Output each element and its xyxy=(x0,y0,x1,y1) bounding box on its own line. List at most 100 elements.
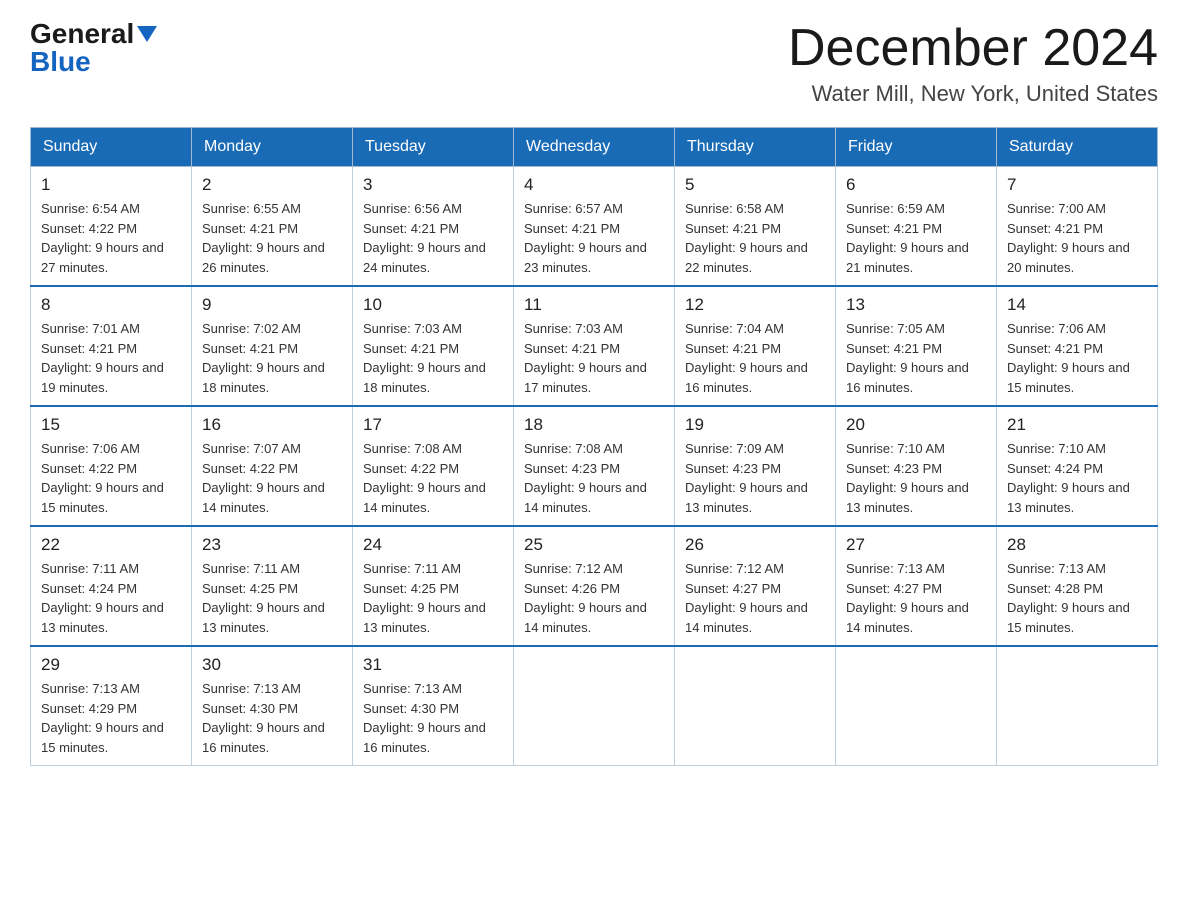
calendar-cell: 1 Sunrise: 6:54 AM Sunset: 4:22 PM Dayli… xyxy=(31,167,192,287)
day-info: Sunrise: 7:12 AM Sunset: 4:27 PM Dayligh… xyxy=(685,559,825,637)
day-number: 24 xyxy=(363,535,503,555)
day-info: Sunrise: 6:54 AM Sunset: 4:22 PM Dayligh… xyxy=(41,199,181,277)
col-header-wednesday: Wednesday xyxy=(514,128,675,167)
col-header-sunday: Sunday xyxy=(31,128,192,167)
day-number: 9 xyxy=(202,295,342,315)
calendar-cell xyxy=(836,646,997,766)
calendar-cell: 29 Sunrise: 7:13 AM Sunset: 4:29 PM Dayl… xyxy=(31,646,192,766)
day-info: Sunrise: 7:04 AM Sunset: 4:21 PM Dayligh… xyxy=(685,319,825,397)
calendar-cell: 31 Sunrise: 7:13 AM Sunset: 4:30 PM Dayl… xyxy=(353,646,514,766)
calendar-cell: 5 Sunrise: 6:58 AM Sunset: 4:21 PM Dayli… xyxy=(675,167,836,287)
location-subtitle: Water Mill, New York, United States xyxy=(788,81,1158,107)
calendar-cell: 11 Sunrise: 7:03 AM Sunset: 4:21 PM Dayl… xyxy=(514,286,675,406)
day-number: 23 xyxy=(202,535,342,555)
day-info: Sunrise: 6:59 AM Sunset: 4:21 PM Dayligh… xyxy=(846,199,986,277)
col-header-thursday: Thursday xyxy=(675,128,836,167)
day-info: Sunrise: 7:13 AM Sunset: 4:29 PM Dayligh… xyxy=(41,679,181,757)
calendar-cell: 20 Sunrise: 7:10 AM Sunset: 4:23 PM Dayl… xyxy=(836,406,997,526)
day-info: Sunrise: 7:00 AM Sunset: 4:21 PM Dayligh… xyxy=(1007,199,1147,277)
day-info: Sunrise: 7:11 AM Sunset: 4:25 PM Dayligh… xyxy=(363,559,503,637)
calendar-cell: 4 Sunrise: 6:57 AM Sunset: 4:21 PM Dayli… xyxy=(514,167,675,287)
month-year-title: December 2024 xyxy=(788,20,1158,77)
calendar-week-row: 8 Sunrise: 7:01 AM Sunset: 4:21 PM Dayli… xyxy=(31,286,1158,406)
day-info: Sunrise: 7:06 AM Sunset: 4:22 PM Dayligh… xyxy=(41,439,181,517)
day-info: Sunrise: 7:13 AM Sunset: 4:27 PM Dayligh… xyxy=(846,559,986,637)
title-section: December 2024 Water Mill, New York, Unit… xyxy=(788,20,1158,107)
calendar-cell: 22 Sunrise: 7:11 AM Sunset: 4:24 PM Dayl… xyxy=(31,526,192,646)
day-number: 17 xyxy=(363,415,503,435)
day-number: 4 xyxy=(524,175,664,195)
calendar-cell: 18 Sunrise: 7:08 AM Sunset: 4:23 PM Dayl… xyxy=(514,406,675,526)
calendar-table: SundayMondayTuesdayWednesdayThursdayFrid… xyxy=(30,127,1158,766)
calendar-cell: 24 Sunrise: 7:11 AM Sunset: 4:25 PM Dayl… xyxy=(353,526,514,646)
calendar-cell: 3 Sunrise: 6:56 AM Sunset: 4:21 PM Dayli… xyxy=(353,167,514,287)
day-info: Sunrise: 7:05 AM Sunset: 4:21 PM Dayligh… xyxy=(846,319,986,397)
col-header-saturday: Saturday xyxy=(997,128,1158,167)
calendar-cell: 12 Sunrise: 7:04 AM Sunset: 4:21 PM Dayl… xyxy=(675,286,836,406)
day-info: Sunrise: 7:09 AM Sunset: 4:23 PM Dayligh… xyxy=(685,439,825,517)
calendar-cell: 2 Sunrise: 6:55 AM Sunset: 4:21 PM Dayli… xyxy=(192,167,353,287)
calendar-cell: 30 Sunrise: 7:13 AM Sunset: 4:30 PM Dayl… xyxy=(192,646,353,766)
day-number: 31 xyxy=(363,655,503,675)
calendar-cell: 21 Sunrise: 7:10 AM Sunset: 4:24 PM Dayl… xyxy=(997,406,1158,526)
day-info: Sunrise: 7:01 AM Sunset: 4:21 PM Dayligh… xyxy=(41,319,181,397)
day-number: 18 xyxy=(524,415,664,435)
calendar-cell: 19 Sunrise: 7:09 AM Sunset: 4:23 PM Dayl… xyxy=(675,406,836,526)
day-number: 1 xyxy=(41,175,181,195)
calendar-cell xyxy=(514,646,675,766)
logo-triangle-icon xyxy=(137,26,157,42)
col-header-friday: Friday xyxy=(836,128,997,167)
page-header: General Blue December 2024 Water Mill, N… xyxy=(30,20,1158,107)
day-info: Sunrise: 7:10 AM Sunset: 4:23 PM Dayligh… xyxy=(846,439,986,517)
day-number: 27 xyxy=(846,535,986,555)
day-info: Sunrise: 7:07 AM Sunset: 4:22 PM Dayligh… xyxy=(202,439,342,517)
calendar-cell: 16 Sunrise: 7:07 AM Sunset: 4:22 PM Dayl… xyxy=(192,406,353,526)
day-info: Sunrise: 7:08 AM Sunset: 4:22 PM Dayligh… xyxy=(363,439,503,517)
day-number: 29 xyxy=(41,655,181,675)
calendar-week-row: 22 Sunrise: 7:11 AM Sunset: 4:24 PM Dayl… xyxy=(31,526,1158,646)
day-number: 16 xyxy=(202,415,342,435)
day-number: 6 xyxy=(846,175,986,195)
day-info: Sunrise: 7:03 AM Sunset: 4:21 PM Dayligh… xyxy=(363,319,503,397)
day-info: Sunrise: 7:03 AM Sunset: 4:21 PM Dayligh… xyxy=(524,319,664,397)
calendar-cell: 27 Sunrise: 7:13 AM Sunset: 4:27 PM Dayl… xyxy=(836,526,997,646)
day-number: 8 xyxy=(41,295,181,315)
day-info: Sunrise: 7:13 AM Sunset: 4:30 PM Dayligh… xyxy=(202,679,342,757)
day-number: 3 xyxy=(363,175,503,195)
calendar-cell: 17 Sunrise: 7:08 AM Sunset: 4:22 PM Dayl… xyxy=(353,406,514,526)
day-number: 5 xyxy=(685,175,825,195)
day-info: Sunrise: 7:02 AM Sunset: 4:21 PM Dayligh… xyxy=(202,319,342,397)
calendar-cell: 23 Sunrise: 7:11 AM Sunset: 4:25 PM Dayl… xyxy=(192,526,353,646)
col-header-tuesday: Tuesday xyxy=(353,128,514,167)
day-number: 19 xyxy=(685,415,825,435)
calendar-cell: 28 Sunrise: 7:13 AM Sunset: 4:28 PM Dayl… xyxy=(997,526,1158,646)
calendar-cell: 7 Sunrise: 7:00 AM Sunset: 4:21 PM Dayli… xyxy=(997,167,1158,287)
calendar-cell: 9 Sunrise: 7:02 AM Sunset: 4:21 PM Dayli… xyxy=(192,286,353,406)
calendar-header-row: SundayMondayTuesdayWednesdayThursdayFrid… xyxy=(31,128,1158,167)
calendar-week-row: 1 Sunrise: 6:54 AM Sunset: 4:22 PM Dayli… xyxy=(31,167,1158,287)
day-info: Sunrise: 7:06 AM Sunset: 4:21 PM Dayligh… xyxy=(1007,319,1147,397)
day-number: 25 xyxy=(524,535,664,555)
calendar-cell xyxy=(675,646,836,766)
logo-blue-text: Blue xyxy=(30,48,91,76)
day-number: 11 xyxy=(524,295,664,315)
calendar-cell: 8 Sunrise: 7:01 AM Sunset: 4:21 PM Dayli… xyxy=(31,286,192,406)
calendar-cell xyxy=(997,646,1158,766)
day-number: 2 xyxy=(202,175,342,195)
day-info: Sunrise: 6:55 AM Sunset: 4:21 PM Dayligh… xyxy=(202,199,342,277)
day-number: 15 xyxy=(41,415,181,435)
day-info: Sunrise: 6:58 AM Sunset: 4:21 PM Dayligh… xyxy=(685,199,825,277)
calendar-cell: 13 Sunrise: 7:05 AM Sunset: 4:21 PM Dayl… xyxy=(836,286,997,406)
day-number: 28 xyxy=(1007,535,1147,555)
day-number: 10 xyxy=(363,295,503,315)
col-header-monday: Monday xyxy=(192,128,353,167)
calendar-cell: 10 Sunrise: 7:03 AM Sunset: 4:21 PM Dayl… xyxy=(353,286,514,406)
day-number: 20 xyxy=(846,415,986,435)
day-info: Sunrise: 7:10 AM Sunset: 4:24 PM Dayligh… xyxy=(1007,439,1147,517)
day-number: 14 xyxy=(1007,295,1147,315)
day-info: Sunrise: 7:12 AM Sunset: 4:26 PM Dayligh… xyxy=(524,559,664,637)
day-number: 13 xyxy=(846,295,986,315)
day-number: 7 xyxy=(1007,175,1147,195)
calendar-week-row: 15 Sunrise: 7:06 AM Sunset: 4:22 PM Dayl… xyxy=(31,406,1158,526)
day-info: Sunrise: 7:11 AM Sunset: 4:24 PM Dayligh… xyxy=(41,559,181,637)
